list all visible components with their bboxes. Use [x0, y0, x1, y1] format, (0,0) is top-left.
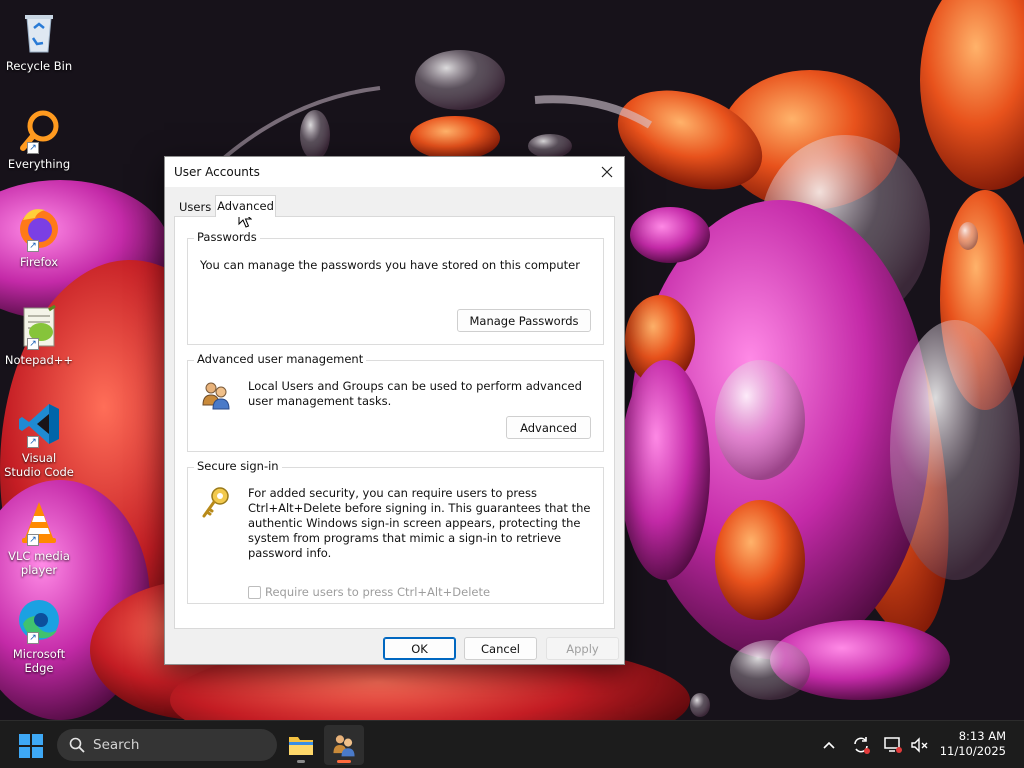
desktop-icon-vlc[interactable]: ↗ VLC media player: [2, 498, 76, 577]
shortcut-arrow-icon: ↗: [27, 338, 39, 350]
running-indicator: [297, 760, 305, 763]
ctrl-alt-delete-checkbox-row[interactable]: Require users to press Ctrl+Alt+Delete: [248, 585, 490, 599]
shortcut-arrow-icon: ↗: [27, 142, 39, 154]
desktop-icon-label: VLC media player: [8, 549, 70, 577]
ok-button[interactable]: OK: [383, 637, 456, 660]
clock-date: 11/10/2025: [939, 744, 1006, 758]
shortcut-arrow-icon: ↗: [27, 534, 39, 546]
chevron-up-icon: [823, 741, 835, 749]
clock-time: 8:13 AM: [958, 729, 1006, 743]
network-monitor-icon: [884, 737, 902, 753]
user-accounts-dialog: User Accounts Users Advanced Passwords Y…: [164, 156, 625, 665]
tray-sync-button[interactable]: [850, 734, 872, 756]
apply-button[interactable]: Apply: [546, 637, 619, 660]
advanced-user-management-group: Advanced user management Local Users and…: [187, 352, 604, 452]
shortcut-arrow-icon: ↗: [27, 632, 39, 644]
user-accounts-icon: [333, 735, 355, 757]
desktop-icon-label: Firefox: [19, 255, 59, 269]
start-button[interactable]: [18, 733, 44, 759]
close-button[interactable]: [590, 157, 624, 187]
taskbar-user-accounts[interactable]: [324, 725, 364, 765]
vlc-cone-icon: ↗: [15, 498, 63, 546]
taskbar-search-box[interactable]: Search: [57, 729, 277, 761]
manage-passwords-button[interactable]: Manage Passwords: [457, 309, 591, 332]
advanced-user-management-description: Local Users and Groups can be used to pe…: [248, 379, 582, 408]
search-icon: [69, 737, 85, 753]
advanced-button[interactable]: Advanced: [506, 416, 591, 439]
tab-advanced[interactable]: Advanced: [215, 195, 276, 217]
windows-logo-icon: [19, 734, 43, 758]
desktop-icon-recycle-bin[interactable]: Recycle Bin: [2, 8, 76, 73]
file-explorer-icon: [289, 737, 313, 755]
dialog-titlebar[interactable]: User Accounts: [165, 157, 624, 187]
desktop-icon-label: Recycle Bin: [5, 59, 73, 73]
close-icon: [601, 166, 613, 178]
tray-volume-button[interactable]: [908, 734, 930, 756]
users-group-icon: [200, 379, 232, 411]
recycle-bin-icon: [15, 8, 63, 56]
desktop-icon-vscode[interactable]: ↗ Visual Studio Code: [2, 400, 76, 479]
secure-sign-in-label: Secure sign-in: [194, 459, 282, 473]
cancel-button[interactable]: Cancel: [464, 637, 537, 660]
key-icon: [200, 486, 232, 520]
show-hidden-icons-button[interactable]: [818, 734, 840, 756]
tab-users[interactable]: Users: [173, 198, 217, 217]
firefox-icon: ↗: [15, 204, 63, 252]
desktop-icon-firefox[interactable]: ↗ Firefox: [2, 204, 76, 269]
passwords-description: You can manage the passwords you have st…: [200, 258, 580, 272]
desktop-icon-label: Everything: [7, 157, 71, 171]
speaker-muted-icon: [911, 737, 928, 753]
shortcut-arrow-icon: ↗: [27, 240, 39, 252]
vscode-icon: ↗: [15, 400, 63, 448]
taskbar-file-explorer[interactable]: [281, 725, 321, 765]
advanced-tab-panel: Passwords You can manage the passwords y…: [174, 216, 615, 629]
secure-sign-in-description: For added security, you can require user…: [248, 486, 591, 560]
desktop-icon-everything[interactable]: ↗ Everything: [2, 106, 76, 171]
search-placeholder: Search: [93, 737, 140, 753]
tray-network-button[interactable]: [882, 734, 904, 756]
advanced-user-management-label: Advanced user management: [194, 352, 367, 366]
secure-sign-in-group: Secure sign-in For added security, you c…: [187, 459, 604, 604]
desktop-icon-label: Visual Studio Code: [4, 451, 74, 479]
taskbar-clock[interactable]: 8:13 AM 11/10/2025: [940, 729, 1006, 759]
edge-icon: ↗: [15, 596, 63, 644]
desktop-icon-edge[interactable]: ↗ Microsoft Edge: [2, 596, 76, 675]
dialog-title: User Accounts: [174, 165, 260, 179]
everything-search-icon: ↗: [15, 106, 63, 154]
desktop-icon-notepadpp[interactable]: ↗ Notepad++: [2, 302, 76, 367]
ctrl-alt-delete-checkbox[interactable]: [248, 585, 261, 599]
passwords-group: Passwords You can manage the passwords y…: [187, 230, 604, 345]
notepadpp-icon: ↗: [15, 302, 63, 350]
active-window-indicator: [337, 760, 351, 763]
passwords-group-label: Passwords: [194, 230, 260, 244]
shortcut-arrow-icon: ↗: [27, 436, 39, 448]
desktop-icon-label: Microsoft Edge: [12, 647, 66, 675]
sync-icon: [854, 737, 870, 754]
ctrl-alt-delete-checkbox-label: Require users to press Ctrl+Alt+Delete: [265, 585, 491, 599]
desktop-icon-label: Notepad++: [4, 353, 74, 367]
taskbar: Search 8:13 AM 11/10/2025: [0, 720, 1024, 768]
